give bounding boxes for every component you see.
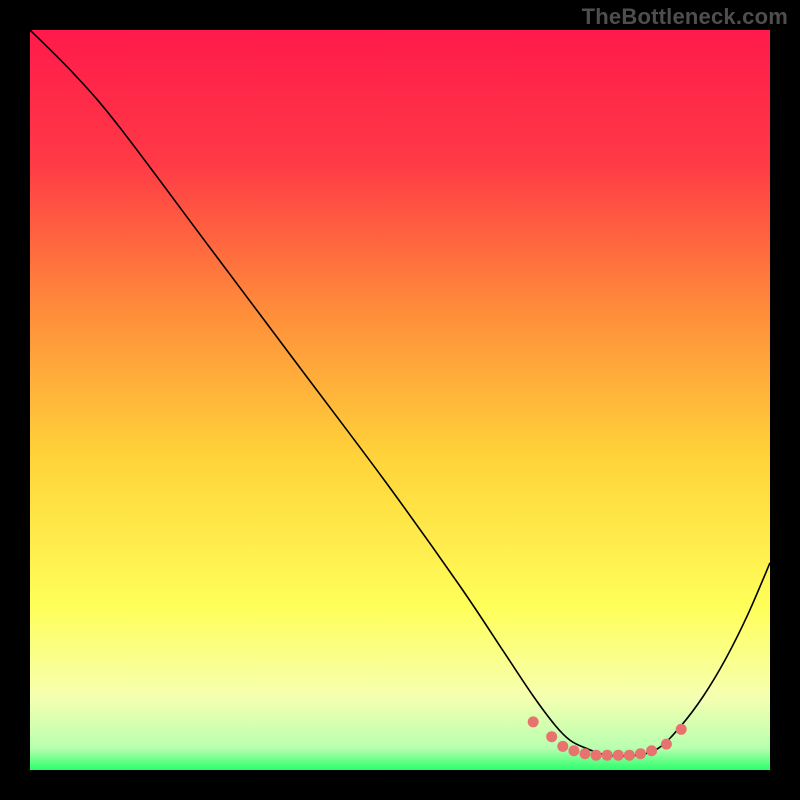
marker-dot (646, 745, 657, 756)
marker-dot (546, 731, 557, 742)
marker-dot (591, 750, 602, 761)
chart-svg (30, 30, 770, 770)
marker-dot (624, 750, 635, 761)
watermark-text: TheBottleneck.com (582, 4, 788, 30)
chart-background (30, 30, 770, 770)
marker-dot (557, 741, 568, 752)
marker-dot (635, 748, 646, 759)
marker-dot (528, 716, 539, 727)
marker-dot (602, 750, 613, 761)
plot-area (30, 30, 770, 770)
marker-dot (580, 748, 591, 759)
chart-stage: TheBottleneck.com (0, 0, 800, 800)
marker-dot (568, 745, 579, 756)
marker-dot (676, 724, 687, 735)
marker-dot (613, 750, 624, 761)
marker-dot (661, 739, 672, 750)
